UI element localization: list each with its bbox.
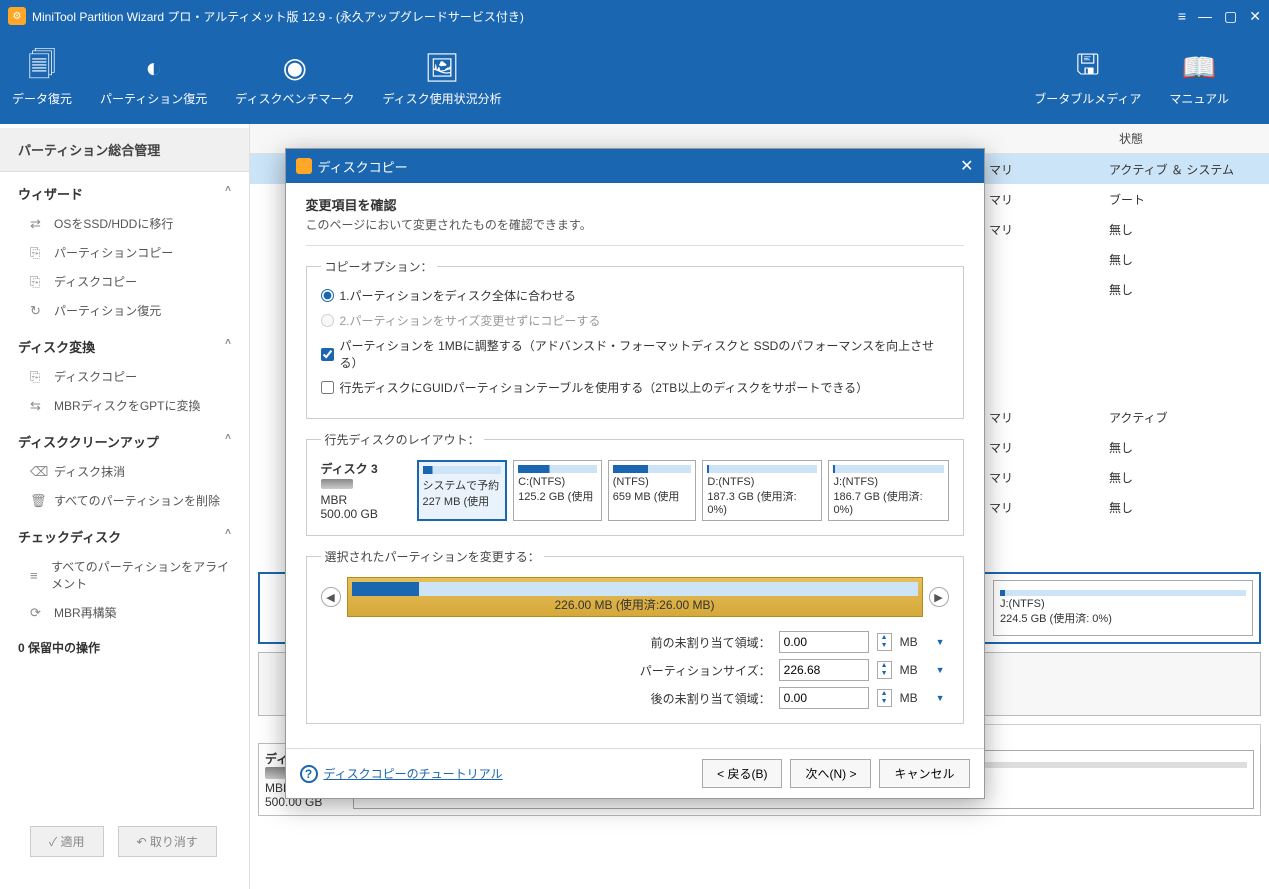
modal-overlay: ディスクコピー ✕ 変更項目を確認 このページにおいて変更されたものを確認できま… [0, 0, 1269, 889]
radio-copy-without-resize[interactable]: 2.パーティションをサイズ変更せずにコピーする [321, 312, 949, 329]
layout-part-j[interactable]: J:(NTFS) 186.7 GB (使用済: 0%) [828, 460, 948, 521]
modal-close-icon[interactable]: ✕ [960, 156, 973, 176]
input-unalloc-before[interactable] [779, 631, 869, 653]
radio-input[interactable] [321, 289, 334, 302]
modal-logo-icon [296, 158, 312, 174]
modal-title-bar: ディスクコピー ✕ [286, 149, 984, 183]
slider-right-arrow[interactable]: ▶ [929, 587, 949, 607]
layout-part-ntfs[interactable]: (NTFS) 659 MB (使用 [608, 460, 697, 521]
tutorial-link[interactable]: ? ディスクコピーのチュートリアル [300, 765, 503, 783]
copy-options-legend: コピーオプション： [321, 258, 437, 275]
checkbox-use-guid[interactable]: 行先ディスクにGUIDパーティションテーブルを使用する（2TB以上のディスクをサ… [321, 379, 949, 396]
cancel-button[interactable]: キャンセル [879, 759, 969, 788]
row-partition-size: パーティションサイズ： ▲▼ MB ▼ [621, 659, 949, 681]
input-partition-size[interactable] [779, 659, 869, 681]
layout-part-c[interactable]: C:(NTFS) 125.2 GB (使用 [513, 460, 602, 521]
radio-input[interactable] [321, 314, 334, 327]
copy-options-group: コピーオプション： 1.パーティションをディスク全体に合わせる 2.パーティショ… [306, 258, 964, 419]
modal-title: ディスクコピー [318, 157, 961, 176]
dest-layout-group: 行先ディスクのレイアウト： ディスク 3 MBR 500.00 GB システムで… [306, 431, 964, 536]
disk-copy-modal: ディスクコピー ✕ 変更項目を確認 このページにおいて変更されたものを確認できま… [285, 148, 985, 799]
layout-part-d[interactable]: D:(NTFS) 187.3 GB (使用済: 0%) [702, 460, 822, 521]
change-partition-group: 選択されたパーティションを変更する： ◀ 226.00 MB (使用済:26.0… [306, 548, 964, 724]
modal-footer: ? ディスクコピーのチュートリアル < 戻る(B) 次へ(N) > キャンセル [286, 748, 984, 798]
dest-layout-legend: 行先ディスクのレイアウト： [321, 431, 484, 448]
radio-fit-whole-disk[interactable]: 1.パーティションをディスク全体に合わせる [321, 287, 949, 304]
row-unalloc-after: 後の未割り当て領域： ▲▼ MB ▼ [621, 687, 949, 709]
checkbox-align-1mb[interactable]: パーティションを 1MBに調整する（アドバンスド・フォーマットディスクと SSD… [321, 337, 949, 371]
slider-left-arrow[interactable]: ◀ [321, 587, 341, 607]
spinner[interactable]: ▲▼ [877, 633, 892, 651]
unit-dropdown-icon[interactable]: ▼ [932, 635, 949, 649]
layout-part-system-reserved[interactable]: システムで予約 227 MB (使用 [417, 460, 508, 521]
change-partition-legend: 選択されたパーティションを変更する： [321, 548, 544, 565]
spinner[interactable]: ▲▼ [877, 689, 892, 707]
next-button[interactable]: 次へ(N) > [790, 759, 871, 788]
back-button[interactable]: < 戻る(B) [702, 759, 782, 788]
disk-icon [321, 479, 353, 489]
layout-disk-info: ディスク 3 MBR 500.00 GB [321, 460, 411, 521]
partition-slider[interactable]: 226.00 MB (使用済:26.00 MB) [347, 577, 923, 617]
help-icon: ? [300, 765, 318, 783]
unit-dropdown-icon[interactable]: ▼ [932, 691, 949, 705]
modal-heading: 変更項目を確認 [306, 195, 964, 214]
checkbox-input[interactable] [321, 381, 334, 394]
unit-dropdown-icon[interactable]: ▼ [932, 663, 949, 677]
checkbox-input[interactable] [321, 348, 334, 361]
spinner[interactable]: ▲▼ [877, 661, 892, 679]
input-unalloc-after[interactable] [779, 687, 869, 709]
row-unalloc-before: 前の未割り当て領域： ▲▼ MB ▼ [621, 631, 949, 653]
modal-subheading: このページにおいて変更されたものを確認できます。 [306, 216, 964, 233]
